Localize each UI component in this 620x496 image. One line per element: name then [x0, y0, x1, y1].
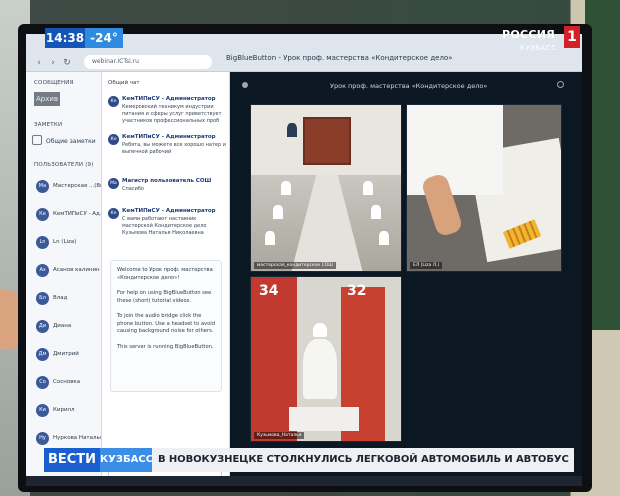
taskbar: [26, 476, 582, 486]
headline: В НОВОКУЗНЕЦКЕ СТОЛКНУЛИСЬ ЛЕГКОВОЙ АВТО…: [158, 454, 569, 465]
work-table: [289, 407, 359, 431]
users-header: ПОЛЬЗОВАТЕЛИ (9): [34, 162, 94, 168]
temperature: -24°: [85, 28, 123, 48]
user-item[interactable]: Аз Асанов калинин: [36, 264, 100, 278]
welcome-message: Welcome to Урок проф. мастерства «Кондит…: [110, 260, 222, 392]
student: [273, 205, 283, 219]
users-panel: СООБЩЕНИЯ Архив ЗАМЕТКИ Общие заметки ПО…: [26, 72, 102, 486]
user-item[interactable]: Ма Мастерская ...(Вы): [36, 180, 101, 194]
user-name: Мастерская ...(Вы): [53, 183, 101, 189]
avatar: Ма: [36, 180, 49, 193]
message-text: С вами работают наставник мастерской Кон…: [122, 216, 207, 236]
webcam-booth[interactable]: 34 32 Кузьмова_Наталья: [250, 276, 402, 442]
avatar: Ке: [108, 134, 119, 145]
user-item[interactable]: Ln Ln (Liza): [36, 236, 100, 250]
avatar: Ке: [36, 208, 49, 221]
channel-name: РОССИЯ: [502, 28, 556, 41]
user-name: Нуркова Наталья: [53, 435, 101, 441]
meeting-title: Урок проф. мастерства «Кондитерское дело…: [330, 82, 488, 90]
student: [265, 231, 275, 245]
monitor-screen: ‹ › ↻ webinar.ICTsi.ru BigBlueButton - У…: [26, 34, 582, 486]
chat-header: Общий чат: [108, 80, 140, 86]
booth-number-left: 34: [259, 283, 279, 299]
message-text: Ребята, вы можете все хорошо натер и вып…: [122, 142, 226, 155]
user-item[interactable]: Ке КемТИПиСУ - Ад...: [36, 208, 101, 222]
avatar: Ма: [108, 178, 119, 189]
video-label: мастерская_кондитерское СОШ: [254, 262, 337, 269]
user-name: Влад: [53, 295, 68, 301]
user-name: Асанов калинин: [53, 267, 100, 273]
avatar: Ди: [36, 320, 49, 333]
user-name: Кирилл: [53, 407, 75, 413]
back-icon[interactable]: ‹: [34, 58, 44, 68]
menu-icon[interactable]: [242, 82, 248, 88]
avatar: Ln: [36, 236, 49, 249]
user-name: Сосновка: [53, 379, 81, 385]
show-region: КУЗБАСС: [100, 448, 153, 472]
forward-icon[interactable]: ›: [48, 58, 58, 68]
avatar: Ке: [108, 208, 119, 219]
video-label: ЕЛ (Liza Л.): [410, 262, 443, 269]
clock: 14:38: [45, 28, 85, 48]
message-sender: КемТИПиСУ - Администратор: [122, 208, 216, 214]
user-item[interactable]: Ну Нуркова Наталья: [36, 432, 101, 446]
presentation-area: Урок проф. мастерства «Кондитерское дело…: [230, 72, 582, 486]
tv-news-frame: ‹ › ↻ webinar.ICTsi.ru BigBlueButton - У…: [0, 0, 620, 496]
user-item[interactable]: Ди Диана: [36, 320, 100, 334]
webcam-classroom[interactable]: мастерская_кондитерское СОШ: [250, 104, 402, 272]
welcome-server: This server is running BigBlueButton.: [117, 343, 214, 350]
message-sender: Магистр пользователь СОШ: [122, 178, 212, 184]
user-item[interactable]: Дм Дмитрий: [36, 348, 100, 362]
user-item[interactable]: Бл Влад: [36, 292, 100, 306]
tab-title[interactable]: BigBlueButton - Урок проф. мастерства «К…: [226, 54, 453, 62]
channel-region: КУЗБАСС: [520, 44, 557, 52]
teacher: [287, 123, 297, 137]
show-logo: ВЕСТИ: [44, 448, 100, 472]
user-name: Ln (Liza): [53, 239, 77, 245]
chef-hat: [313, 323, 327, 337]
chat-panel: Общий чат Ке КемТИПиСУ - Администратор К…: [102, 72, 230, 486]
channel-logo: РОССИЯ 1 КУЗБАСС: [502, 26, 582, 54]
notes-icon: [32, 135, 42, 145]
student: [371, 205, 381, 219]
avatar: Ке: [108, 96, 119, 107]
student: [363, 181, 373, 195]
booth-number-right: 32: [347, 283, 367, 299]
avatar: Бл: [36, 292, 49, 305]
archive-tag[interactable]: Архив: [34, 92, 60, 106]
cook: [303, 339, 337, 399]
message-sender: КемТИПиСУ - Администратор: [122, 134, 216, 140]
video-label: Кузьмова_Наталья: [254, 432, 305, 439]
channel-number: 1: [564, 26, 580, 48]
notes-header: ЗАМЕТКИ: [34, 122, 63, 128]
record-icon[interactable]: [557, 81, 564, 88]
student: [379, 231, 389, 245]
user-name: Диана: [53, 323, 72, 329]
message-text: Кемеровский техникум индустрии питания и…: [122, 104, 222, 124]
user-item[interactable]: Ки Кирилл: [36, 404, 100, 418]
avatar: Ки: [36, 404, 49, 417]
user-name: КемТИПиСУ - Ад...: [53, 211, 101, 217]
message-sender: КемТИПиСУ - Администратор: [122, 96, 216, 102]
shelf: [303, 117, 351, 165]
welcome-title: Welcome to Урок проф. мастерства «Кондит…: [117, 267, 213, 281]
avatar: Аз: [36, 264, 49, 277]
webcam-hands[interactable]: ЕЛ (Liza Л.): [406, 104, 562, 272]
user-item[interactable]: Со Сосновка: [36, 376, 100, 390]
avatar: Со: [36, 376, 49, 389]
message-text: Спасибо: [122, 186, 144, 192]
white-coat: [407, 105, 503, 195]
address-bar[interactable]: webinar.ICTsi.ru: [84, 55, 212, 69]
welcome-help[interactable]: For help on using BigBlueButton see thes…: [117, 290, 215, 305]
welcome-audio: To join the audio bridge click the phone…: [117, 313, 216, 334]
avatar: Дм: [36, 348, 49, 361]
avatar: Ну: [36, 432, 49, 445]
reload-icon[interactable]: ↻: [62, 58, 72, 68]
user-name: Дмитрий: [53, 351, 79, 357]
messages-header: СООБЩЕНИЯ: [34, 80, 74, 86]
shared-notes-link[interactable]: Общие заметки: [46, 138, 96, 145]
student: [281, 181, 291, 195]
